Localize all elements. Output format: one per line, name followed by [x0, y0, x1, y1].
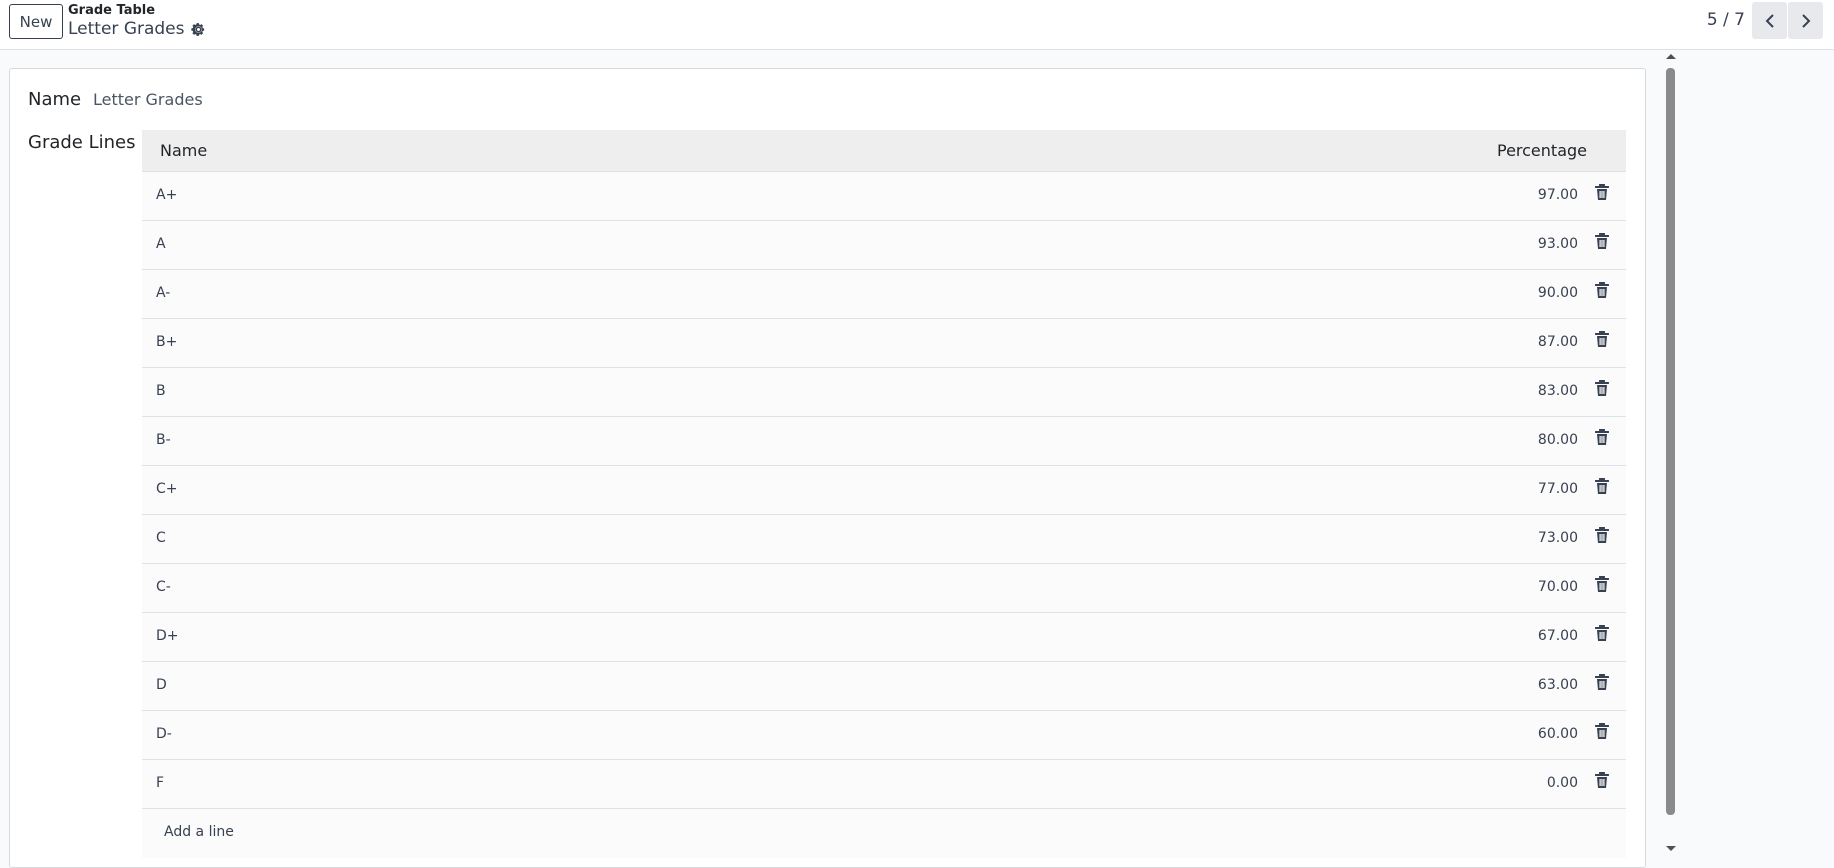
trash-icon[interactable] [1594, 379, 1610, 397]
trash-icon[interactable] [1594, 183, 1610, 201]
trash-icon[interactable] [1594, 624, 1610, 642]
grade-percentage-cell[interactable]: 93.00 [1538, 236, 1578, 252]
table-row[interactable]: A- 90.00 [142, 270, 1626, 319]
grade-lines-table: Name Percentage A+ 97.00 A 93.00 A- 90.00 B+ 87… [142, 130, 1626, 858]
grade-name-cell[interactable]: F [156, 775, 164, 791]
table-row[interactable]: C+ 77.00 [142, 466, 1626, 515]
table-row[interactable]: D 63.00 [142, 662, 1626, 711]
grade-name-cell[interactable]: B [156, 383, 166, 399]
trash-icon[interactable] [1594, 722, 1610, 740]
grade-percentage-cell[interactable]: 63.00 [1538, 677, 1578, 693]
table-row[interactable]: C 73.00 [142, 515, 1626, 564]
grade-name-cell[interactable]: C- [156, 579, 171, 595]
name-label: Name [28, 89, 82, 110]
grade-percentage-cell[interactable]: 73.00 [1538, 530, 1578, 546]
pager-value[interactable]: 5 / 7 [1707, 10, 1745, 30]
form-sheet: Name Letter Grades Grade Lines Name Perc… [9, 68, 1646, 868]
trash-icon[interactable] [1594, 526, 1610, 544]
name-field[interactable]: Letter Grades [93, 90, 203, 109]
grade-name-cell[interactable]: D+ [156, 628, 179, 644]
pager-next-button[interactable] [1788, 2, 1823, 39]
grade-percentage-cell[interactable]: 87.00 [1538, 334, 1578, 350]
trash-icon[interactable] [1594, 330, 1610, 348]
grade-percentage-cell[interactable]: 0.00 [1547, 775, 1578, 791]
control-panel: New Grade Table Letter Grades 5 / 7 [0, 0, 1834, 50]
grade-percentage-cell[interactable]: 67.00 [1538, 628, 1578, 644]
chevron-right-icon [1801, 13, 1810, 28]
table-row[interactable]: D- 60.00 [142, 711, 1626, 760]
breadcrumb-current: Letter Grades [68, 19, 206, 39]
grade-name-cell[interactable]: C [156, 530, 166, 546]
grade-name-cell[interactable]: B+ [156, 334, 177, 350]
grade-percentage-cell[interactable]: 70.00 [1538, 579, 1578, 595]
add-line-link[interactable]: Add a line [164, 824, 234, 840]
trash-icon[interactable] [1594, 477, 1610, 495]
table-row[interactable]: A 93.00 [142, 221, 1626, 270]
table-row[interactable]: A+ 97.00 [142, 172, 1626, 221]
trash-icon[interactable] [1594, 428, 1610, 446]
scroll-down-arrow[interactable] [1666, 846, 1676, 851]
grade-percentage-cell[interactable]: 90.00 [1538, 285, 1578, 301]
grade-percentage-cell[interactable]: 77.00 [1538, 481, 1578, 497]
grade-percentage-cell[interactable]: 97.00 [1538, 187, 1578, 203]
table-row[interactable]: D+ 67.00 [142, 613, 1626, 662]
table-row[interactable]: C- 70.00 [142, 564, 1626, 613]
table-row[interactable]: B+ 87.00 [142, 319, 1626, 368]
gear-icon[interactable] [190, 22, 206, 37]
grade-name-cell[interactable]: D- [156, 726, 172, 742]
table-row[interactable]: B 83.00 [142, 368, 1626, 417]
grade-name-cell[interactable]: B- [156, 432, 171, 448]
breadcrumb-parent[interactable]: Grade Table [68, 3, 155, 18]
trash-icon[interactable] [1594, 232, 1610, 250]
scroll-up-arrow[interactable] [1666, 54, 1676, 59]
page-title: Letter Grades [68, 19, 185, 39]
grade-percentage-cell[interactable]: 80.00 [1538, 432, 1578, 448]
chevron-left-icon [1765, 13, 1774, 28]
table-header: Name Percentage [142, 130, 1626, 172]
table-row[interactable]: B- 80.00 [142, 417, 1626, 466]
grade-name-cell[interactable]: A- [156, 285, 170, 301]
grade-name-cell[interactable]: D [156, 677, 167, 693]
column-header-name[interactable]: Name [160, 141, 207, 160]
add-line-row: Add a line [142, 809, 1626, 858]
grade-percentage-cell[interactable]: 83.00 [1538, 383, 1578, 399]
new-button[interactable]: New [9, 4, 63, 39]
trash-icon[interactable] [1594, 281, 1610, 299]
scrollbar[interactable] [1664, 52, 1678, 855]
trash-icon[interactable] [1594, 771, 1610, 789]
grade-name-cell[interactable]: A [156, 236, 166, 252]
column-header-percentage[interactable]: Percentage [1497, 141, 1587, 160]
pager-previous-button[interactable] [1752, 2, 1787, 39]
scrollbar-thumb[interactable] [1666, 68, 1675, 815]
trash-icon[interactable] [1594, 673, 1610, 691]
table-row[interactable]: F 0.00 [142, 760, 1626, 809]
grade-percentage-cell[interactable]: 60.00 [1538, 726, 1578, 742]
grade-name-cell[interactable]: A+ [156, 187, 177, 203]
grade-name-cell[interactable]: C+ [156, 481, 178, 497]
trash-icon[interactable] [1594, 575, 1610, 593]
grade-lines-label: Grade Lines [28, 132, 136, 153]
